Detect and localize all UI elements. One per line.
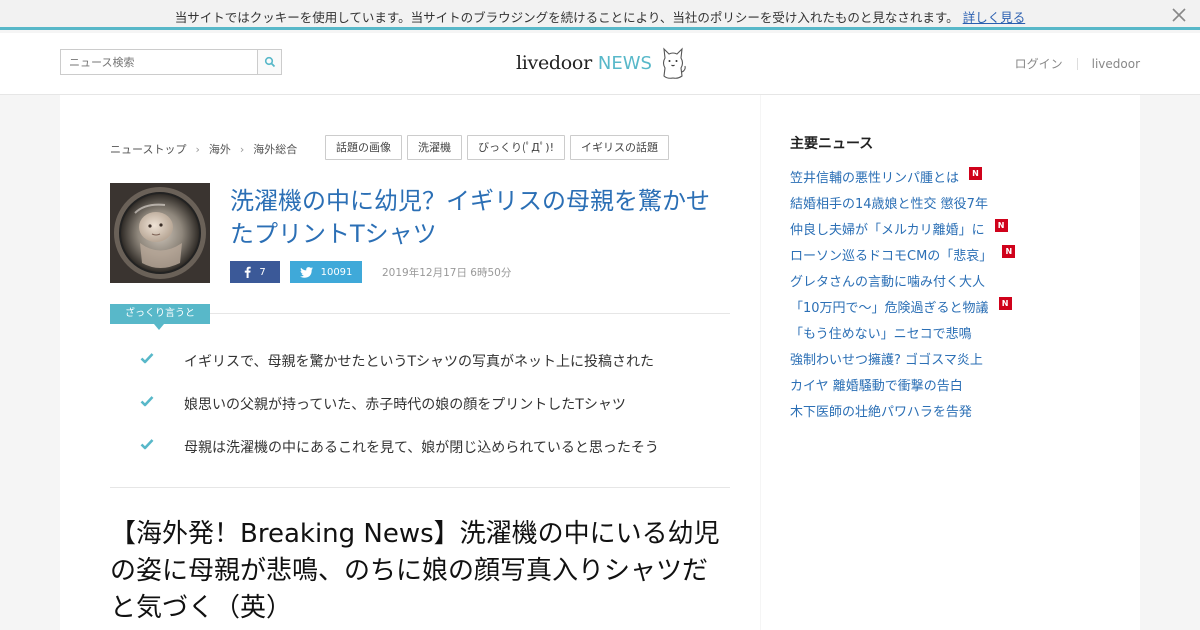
news-link[interactable]: 「10万円で～」危険過ぎると物議 xyxy=(790,297,989,316)
tag-list: 話題の画像 洗濯機 びっくり(ﾟДﾟ)! イギリスの話題 xyxy=(325,135,674,160)
summary-text: 母親は洗濯機の中にあるこれを見て、娘が閉じ込められていると思ったそう xyxy=(184,440,659,456)
tag[interactable]: 話題の画像 xyxy=(325,135,402,160)
news-item[interactable]: 結婚相手の14歳娘と性交 懲役7年 xyxy=(790,189,1015,215)
news-link[interactable]: 「もう住めない」ニセコで悲鳴 xyxy=(790,323,972,342)
news-link[interactable]: 木下医師の壮絶パワハラを告発 xyxy=(790,401,972,420)
search-box xyxy=(60,49,282,75)
article-headline: 【海外発！Breaking News】洗濯機の中にいる幼児の姿に母親が悲鳴、のち… xyxy=(110,519,720,623)
news-link[interactable]: カイヤ 離婚騒動で衝撃の告白 xyxy=(790,375,963,394)
cookie-details-link[interactable]: 詳しく見る xyxy=(963,10,1026,25)
tag[interactable]: イギリスの話題 xyxy=(570,135,670,160)
news-item[interactable]: 木下医師の壮絶パワハラを告発 xyxy=(790,397,1015,423)
search-input[interactable] xyxy=(61,50,257,74)
chevron-right-icon: › xyxy=(195,142,200,156)
tag[interactable]: 洗濯機 xyxy=(407,135,462,160)
divider xyxy=(1076,57,1078,70)
sidebar: 主要ニュース 笠井信輔の悪性リンパ腫とは N 結婚相手の14歳娘と性交 懲役7年 … xyxy=(761,95,1140,630)
twitter-icon xyxy=(299,266,313,278)
news-link[interactable]: 仲良し夫婦が「メルカリ離婚」に xyxy=(790,219,985,238)
breadcrumb: ニューストップ › 海外 › 海外総合 xyxy=(110,141,297,157)
breadcrumb-item[interactable]: 海外総合 xyxy=(253,141,297,157)
article-date: 2019年12月17日 6時50分 xyxy=(382,267,512,279)
tag[interactable]: びっくり(ﾟДﾟ)! xyxy=(467,135,566,160)
summary-item: イギリスで、母親を驚かせたというTシャツの写真がネット上に投稿された xyxy=(140,351,730,394)
news-link[interactable]: 強制わいせつ擁護? ゴゴスマ炎上 xyxy=(790,349,983,368)
summary-list: イギリスで、母親を驚かせたというTシャツの写真がネット上に投稿された 娘思いの父… xyxy=(140,351,730,480)
new-badge: N xyxy=(994,218,1008,232)
news-link[interactable]: 笠井信輔の悪性リンパ腫とは xyxy=(790,167,959,186)
dog-mascot-icon xyxy=(662,47,686,79)
divider xyxy=(110,487,730,488)
site-logo[interactable]: livedoor NEWS xyxy=(516,45,688,81)
search-icon xyxy=(264,56,275,68)
search-button[interactable] xyxy=(257,50,281,74)
cookie-message: 当サイトではクッキーを使用しています。当サイトのブラウジングを続けることにより、… xyxy=(0,7,1200,26)
news-item[interactable]: ローソン巡るドコモCMの「悲哀」 N xyxy=(790,241,1016,267)
close-icon[interactable] xyxy=(1168,4,1190,26)
main-column: ニューストップ › 海外 › 海外総合 話題の画像 洗濯機 びっくり(ﾟДﾟ)!… xyxy=(60,95,760,630)
check-icon xyxy=(140,396,154,407)
summary-badge: ざっくり言うと xyxy=(110,304,210,330)
login-link[interactable]: ログイン xyxy=(1015,55,1063,72)
news-item[interactable]: グレタさんの言動に噛み付く大人 xyxy=(790,267,1015,293)
facebook-count: 7 xyxy=(259,266,266,278)
new-badge: N xyxy=(969,166,983,180)
twitter-share-button[interactable]: 10091 xyxy=(290,261,362,283)
breadcrumb-item[interactable]: 海外 xyxy=(209,141,231,157)
news-link[interactable]: グレタさんの言動に噛み付く大人 xyxy=(790,271,985,290)
check-icon xyxy=(140,439,154,450)
new-badge: N xyxy=(1002,244,1016,258)
sidebar-title: 主要ニュース xyxy=(790,136,874,152)
logo-news: NEWS xyxy=(597,52,652,74)
cookie-text: 当サイトではクッキーを使用しています。当サイトのブラウジングを続けることにより、… xyxy=(174,10,959,25)
news-item[interactable]: 「10万円で～」危険過ぎると物議 N xyxy=(790,293,1015,319)
article-title: 洗濯機の中に幼児？イギリスの母親を驚かせたプリントTシャツ xyxy=(230,187,710,248)
logo-livedoor: livedoor xyxy=(516,52,592,74)
facebook-share-button[interactable]: 7 xyxy=(230,261,280,283)
summary-item: 娘思いの父親が持っていた、赤子時代の娘の顔をプリントしたTシャツ xyxy=(140,394,730,437)
news-link[interactable]: 結婚相手の14歳娘と性交 懲役7年 xyxy=(790,193,988,212)
summary-text: イギリスで、母親を驚かせたというTシャツの写真がネット上に投稿された xyxy=(184,354,654,370)
news-item[interactable]: 「もう住めない」ニセコで悲鳴 xyxy=(790,319,1015,345)
chevron-right-icon: › xyxy=(239,142,245,156)
news-item[interactable]: 強制わいせつ擁護? ゴゴスマ炎上 xyxy=(790,345,1015,371)
news-item[interactable]: 仲良し夫婦が「メルカリ離婚」に N xyxy=(790,215,1015,241)
header-links: ログイン livedoor xyxy=(1015,55,1140,72)
summary-text: 娘思いの父親が持っていた、赤子時代の娘の顔をプリントしたTシャツ xyxy=(184,397,626,413)
check-icon xyxy=(140,353,154,364)
facebook-icon xyxy=(245,266,252,278)
article-thumbnail[interactable] xyxy=(110,183,210,283)
news-list: 笠井信輔の悪性リンパ腫とは N 結婚相手の14歳娘と性交 懲役7年 仲良し夫婦が「… xyxy=(790,163,1016,423)
news-link[interactable]: ローソン巡るドコモCMの「悲哀」 xyxy=(790,245,992,264)
site-header: livedoor NEWS ログイン livedoor xyxy=(0,33,1200,95)
cookie-bar: 当サイトではクッキーを使用しています。当サイトのブラウジングを続けることにより、… xyxy=(0,0,1200,30)
divider xyxy=(210,313,730,314)
summary-item: 母親は洗濯機の中にあるこれを見て、娘が閉じ込められていると思ったそう xyxy=(140,437,730,480)
twitter-count: 10091 xyxy=(320,266,353,278)
news-item[interactable]: 笠井信輔の悪性リンパ腫とは N xyxy=(790,163,1015,189)
news-item[interactable]: カイヤ 離婚騒動で衝撃の告白 xyxy=(790,371,1015,397)
new-badge: N xyxy=(998,296,1012,310)
breadcrumb-item[interactable]: ニューストップ xyxy=(110,141,186,157)
livedoor-link[interactable]: livedoor xyxy=(1092,57,1140,71)
